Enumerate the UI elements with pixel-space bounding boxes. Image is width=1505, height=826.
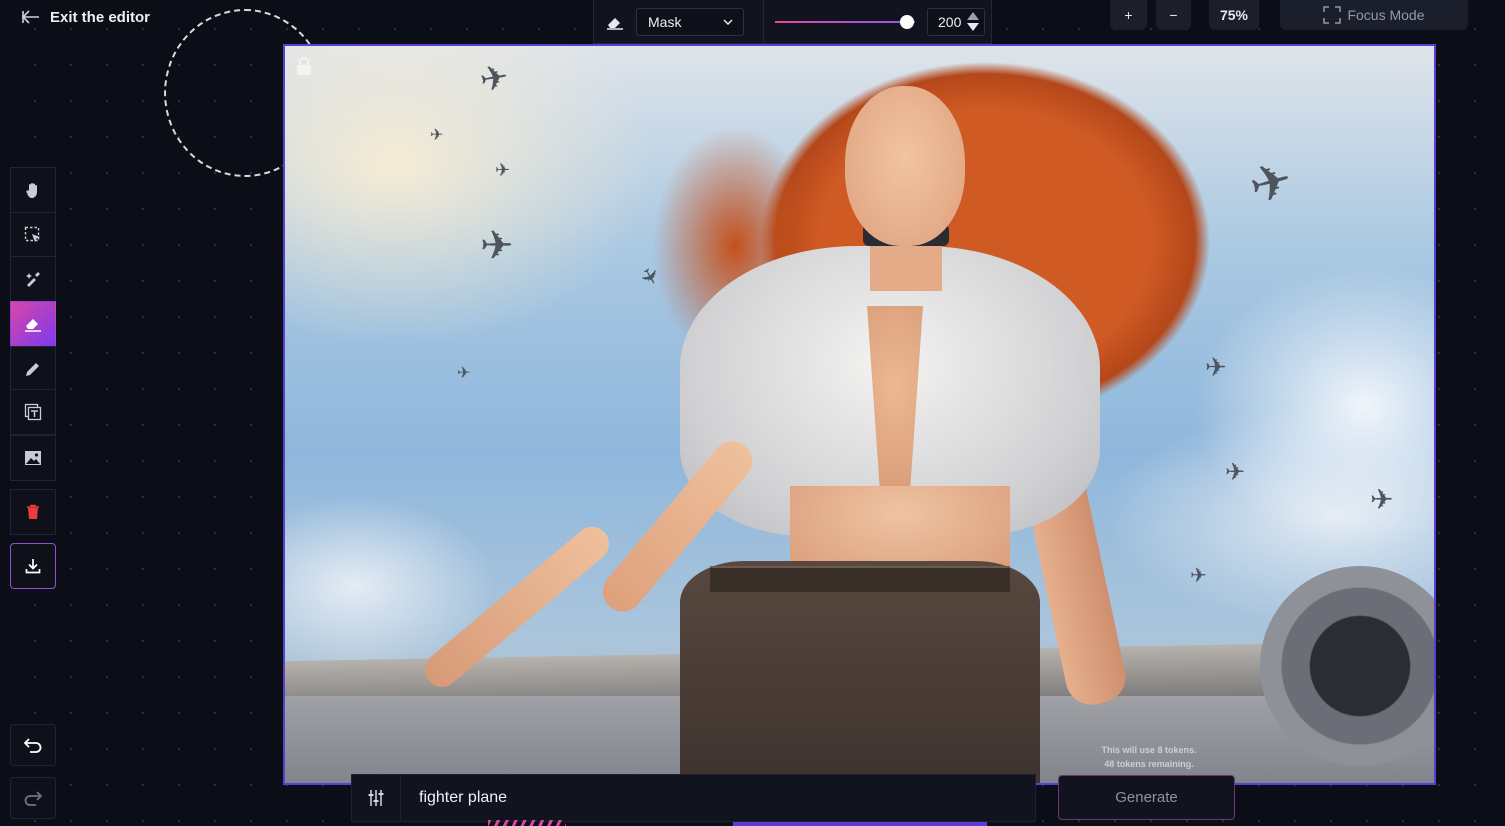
chevron-down-icon — [723, 18, 733, 25]
token-usage-note: This will use 8 tokens. 48 tokens remain… — [1081, 743, 1217, 771]
image-canvas[interactable]: ✈ ✈ ✈ ✈ ✈ ✈ ✈ ✈ ✈ ✈ ✈ This will use 8 to… — [283, 44, 1436, 785]
mask-mode-dropdown[interactable]: Mask — [636, 7, 744, 36]
focus-mode-button[interactable]: Focus Mode — [1280, 0, 1468, 30]
lock-icon[interactable] — [295, 56, 313, 81]
undo-icon — [23, 738, 42, 753]
generate-button[interactable]: Generate — [1058, 775, 1235, 820]
progress-bar — [733, 822, 987, 826]
shorts — [680, 561, 1040, 783]
exit-editor-label: Exit the editor — [50, 8, 151, 26]
zoom-level-button[interactable]: 75% — [1209, 0, 1259, 30]
select-tool-button[interactable] — [10, 212, 56, 258]
zoom-in-button[interactable]: + — [1110, 0, 1147, 30]
plane-icon: ✈ — [1190, 565, 1207, 587]
prompt-settings-button[interactable] — [352, 775, 401, 821]
brush-toolbar: Mask 200 — [593, 0, 992, 44]
plane-icon: ✈ — [430, 127, 444, 144]
draw-tool-button[interactable] — [10, 346, 56, 392]
exit-editor-link[interactable]: Exit the editor — [22, 6, 150, 28]
redo-button[interactable] — [10, 777, 56, 819]
brush-size-value: 200 — [938, 13, 962, 30]
eraser-icon — [25, 319, 41, 332]
trash-icon — [27, 504, 39, 519]
pencil-icon — [26, 363, 39, 376]
download-icon — [25, 559, 41, 574]
focus-mode-label: Focus Mode — [1347, 7, 1425, 23]
sliders-icon — [368, 790, 384, 806]
spin-down-icon[interactable] — [967, 22, 979, 31]
delete-button[interactable] — [10, 489, 56, 535]
hand-icon — [26, 183, 37, 198]
belt — [710, 566, 1010, 592]
prompt-decoration — [488, 820, 566, 826]
plus-icon: + — [1124, 7, 1133, 23]
generate-label: Generate — [1115, 789, 1178, 806]
face — [845, 86, 965, 246]
brush-size-track — [775, 20, 915, 23]
prompt-bar: fighter plane — [351, 774, 1036, 822]
plane-icon: ✈ — [457, 365, 471, 382]
redo-icon — [24, 791, 43, 806]
brush-size-input[interactable]: 200 — [927, 7, 985, 36]
focus-frame-icon — [1323, 6, 1342, 24]
brush-size-slider[interactable] — [775, 12, 915, 32]
token-cost-text: This will use 8 tokens. — [1101, 745, 1197, 755]
eraser-tool-button[interactable] — [10, 301, 56, 347]
toolbar-divider — [763, 0, 764, 44]
minus-icon: − — [1169, 7, 1178, 23]
text-tool-button[interactable] — [10, 389, 56, 435]
undo-button[interactable] — [10, 724, 56, 766]
prompt-input[interactable]: fighter plane — [419, 789, 507, 807]
eraser-mode-icon — [594, 0, 636, 43]
mask-mode-value: Mask — [648, 13, 682, 30]
image-tool-button[interactable] — [10, 435, 56, 481]
image-icon — [25, 451, 41, 465]
arrow-left-icon — [22, 10, 39, 24]
plane-icon: ✈ — [1370, 484, 1394, 515]
tokens-remaining-text: 48 tokens remaining. — [1104, 759, 1194, 769]
text-layer-icon — [24, 403, 42, 421]
inpaint-tool-button[interactable] — [10, 256, 56, 302]
plane-icon: ✈ — [476, 57, 512, 101]
pan-tool-button[interactable] — [10, 167, 56, 213]
brush-size-handle[interactable] — [900, 14, 914, 29]
zoom-out-button[interactable]: − — [1156, 0, 1191, 30]
selection-cursor-icon — [24, 226, 40, 242]
spin-up-icon[interactable] — [967, 11, 979, 20]
magic-brush-icon — [26, 272, 40, 287]
download-button[interactable] — [10, 543, 56, 589]
plane-icon: ✈ — [495, 160, 511, 180]
zoom-level-value: 75% — [1219, 7, 1249, 23]
brush-size-spinner — [967, 11, 979, 31]
plane-icon: ✈ — [480, 224, 514, 268]
